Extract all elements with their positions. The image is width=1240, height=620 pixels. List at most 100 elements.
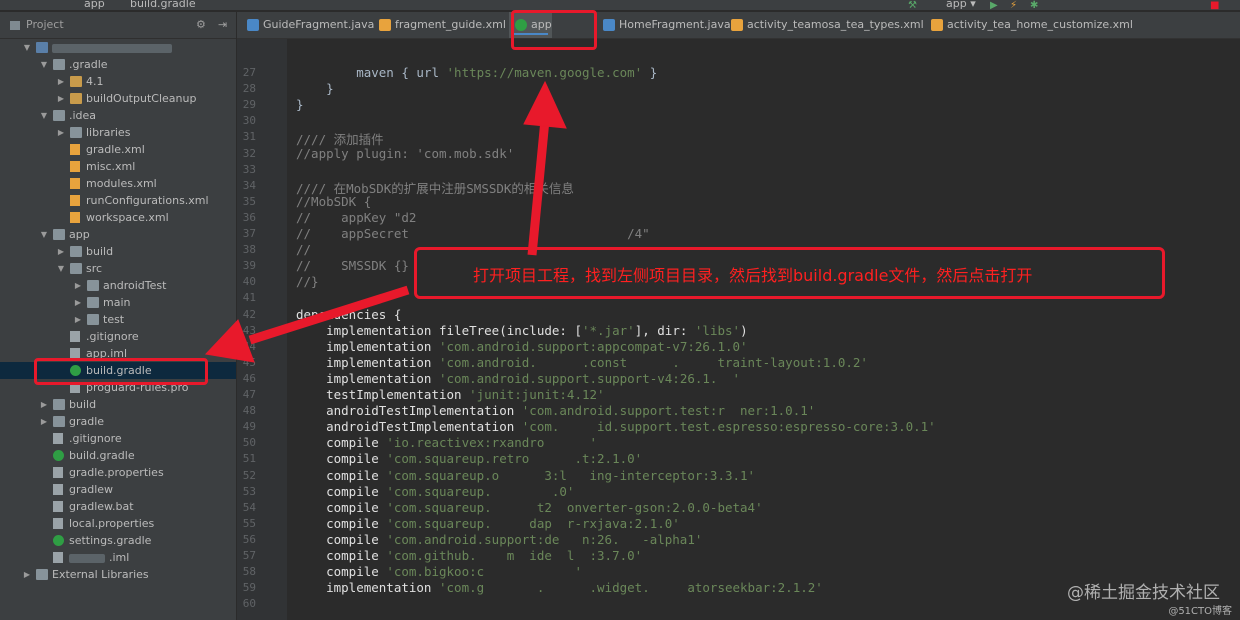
tree-item[interactable]: ▶ External Libraries [0,566,236,583]
code-line[interactable]: compile 'com.android.support:de n:26. -a… [296,532,702,547]
build-icon[interactable]: ⚒ [908,0,917,11]
code-line[interactable]: implementation 'com.android. .const . tr… [296,355,868,370]
run-config-select[interactable]: app ▾ [946,0,976,10]
expand-arrow-icon[interactable]: ▼ [56,260,66,277]
breadcrumb-file[interactable]: build.gradle [130,0,196,10]
debug-icon[interactable]: ✱ [1030,0,1038,11]
code-line[interactable]: implementation 'com.android.support:appc… [296,339,747,354]
code-line[interactable]: implementation 'com.g . .widget. atorsee… [296,580,823,595]
tree-item[interactable]: ▶ gradle [0,413,236,430]
code-line[interactable]: //apply plugin: 'com.mob.sdk' [296,146,514,161]
editor-tab[interactable]: GuideFragment.java [241,12,374,38]
line-number: 57 [242,549,256,562]
tree-item[interactable]: ▶ 4.1 [0,73,236,90]
tree-item-label: build [69,396,96,413]
editor-tab[interactable]: fragment_guide.xml [373,12,506,38]
code-token: 'com.squareup. .0' [386,483,575,499]
code-line[interactable]: androidTestImplementation 'com.android.s… [296,403,815,418]
code-line[interactable]: compile 'com.squareup. dap r-rxjava:2.1.… [296,516,680,531]
line-number: 48 [242,404,256,418]
collapse-arrow-icon[interactable]: ▶ [56,243,66,260]
tree-item[interactable]: gradle.properties [0,464,236,481]
breadcrumb-app[interactable]: app [84,0,105,10]
code-line[interactable]: } [296,97,304,112]
tree-item[interactable]: ▼ [0,39,236,56]
line-number: 58 [242,565,256,579]
tree-item[interactable]: ▼ .idea [0,107,236,124]
editor-tab[interactable]: HomeFragment.java [597,12,731,38]
tree-item[interactable]: ▶ build [0,243,236,260]
expand-arrow-icon[interactable]: ▼ [39,56,49,73]
code-line[interactable]: // appKey "d2 [296,210,416,225]
code-line[interactable]: // SMSSDK {} [296,258,409,273]
code-line[interactable]: implementation fileTree(include: ['*.jar… [296,323,748,338]
tree-item[interactable]: ▼ app [0,226,236,243]
code-line[interactable]: compile 'com.squareup.o 3:l ing-intercep… [296,468,755,483]
gradle-file-icon [53,450,64,461]
editor-tab[interactable]: activity_teamosa_tea_types.xml [725,12,924,38]
tree-item[interactable]: build.gradle [0,447,236,464]
code-line[interactable]: implementation 'com.android.support.supp… [296,371,740,386]
panel-hide-icon[interactable]: ⇥ [218,12,227,38]
collapse-arrow-icon[interactable]: ▶ [22,566,32,583]
tree-item[interactable]: gradle.xml [0,141,236,158]
apply-changes-icon[interactable]: ⚡ [1010,0,1017,11]
tree-item-text: .gradle [69,58,108,71]
tree-item-label: main [103,294,130,311]
tree-item[interactable]: ▶ buildOutputCleanup [0,90,236,107]
expand-arrow-icon[interactable]: ▼ [22,39,32,56]
collapse-arrow-icon[interactable]: ▶ [56,124,66,141]
tree-item[interactable]: ▶ androidTest [0,277,236,294]
stop-icon[interactable]: ■ [1210,0,1219,11]
code-line[interactable]: //MobSDK { [296,194,371,209]
code-line[interactable]: compile 'com.github. m ide l :3.7.0' [296,548,642,563]
code-line[interactable]: compile 'io.reactivex:rxandro ' [296,435,597,450]
collapse-arrow-icon[interactable]: ▶ [56,90,66,107]
project-view-icon[interactable] [10,20,20,30]
collapse-arrow-icon[interactable]: ▶ [73,294,83,311]
code-line[interactable]: } [296,81,334,96]
code-line[interactable]: compile 'com.bigkoo:c ' [296,564,582,579]
tree-item-label: app [69,226,90,243]
tree-item[interactable]: .iml [0,549,236,566]
tree-item[interactable]: ▶ test [0,311,236,328]
panel-settings-icon[interactable]: ⚙ [196,12,206,38]
code-line[interactable]: // appSecret /4" [296,226,650,241]
editor-tab[interactable]: activity_tea_home_customize.xml [925,12,1133,38]
tree-item[interactable]: ▼ .gradle [0,56,236,73]
tree-item[interactable]: .gitignore [0,328,236,345]
tree-item[interactable]: misc.xml [0,158,236,175]
project-panel-title[interactable]: Project [26,18,64,31]
code-line[interactable]: testImplementation 'junit:junit:4.12' [296,387,604,402]
run-icon[interactable]: ▶ [990,0,998,11]
code-token: implementation [296,370,439,386]
code-line[interactable]: androidTestImplementation 'com. id.suppo… [296,419,936,434]
tree-item[interactable]: ▶ build [0,396,236,413]
code-line[interactable]: maven { url 'https://maven.google.com' } [296,65,657,80]
tree-item[interactable]: workspace.xml [0,209,236,226]
expand-arrow-icon[interactable]: ▼ [39,107,49,124]
collapse-arrow-icon[interactable]: ▶ [56,73,66,90]
tree-item[interactable]: .gitignore [0,430,236,447]
tree-item[interactable]: ▼ src [0,260,236,277]
tree-item[interactable]: ▶ main [0,294,236,311]
collapse-arrow-icon[interactable]: ▶ [39,413,49,430]
collapse-arrow-icon[interactable]: ▶ [73,277,83,294]
collapse-arrow-icon[interactable]: ▶ [73,311,83,328]
collapse-arrow-icon[interactable]: ▶ [39,396,49,413]
tree-item[interactable]: gradlew [0,481,236,498]
code-line[interactable]: //} [296,274,319,289]
tree-item[interactable]: gradlew.bat [0,498,236,515]
code-line[interactable]: compile 'com.squareup.retro .t:2.1.0' [296,451,642,466]
code-token: 'com.android.support:de n:26. -alpha1' [386,531,703,547]
tree-item[interactable]: settings.gradle [0,532,236,549]
expand-arrow-icon[interactable]: ▼ [39,226,49,243]
code-line[interactable]: compile 'com.squareup. t2 onverter-gson:… [296,500,763,515]
tree-item[interactable]: ▶ libraries [0,124,236,141]
code-line[interactable]: compile 'com.squareup. .0' [296,484,574,499]
tree-item[interactable]: local.properties [0,515,236,532]
tree-item[interactable]: runConfigurations.xml [0,192,236,209]
code-line[interactable]: dependencies { [296,307,401,322]
code-line[interactable]: // [296,242,311,257]
tree-item[interactable]: modules.xml [0,175,236,192]
